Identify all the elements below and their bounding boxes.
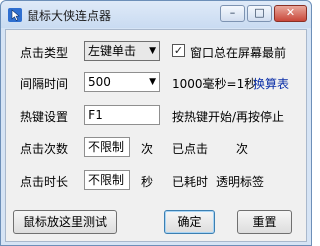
opacity-label: 透明标签 [216, 175, 265, 189]
clicked-status-label: 已点击 [172, 142, 209, 156]
minimize-icon: – [229, 6, 236, 19]
reset-button[interactable]: 重置 [237, 210, 292, 234]
chevron-down-icon: ▼ [149, 46, 156, 56]
click-type-value: 左键单击 [88, 44, 137, 58]
mouse-app-icon [8, 8, 22, 22]
close-button[interactable]: ✕ [274, 5, 307, 22]
interval-note: 1000毫秒=1秒 [172, 77, 257, 91]
maximize-icon: □ [254, 6, 265, 19]
click-count-input[interactable]: 不限制 [84, 137, 130, 157]
mouse-test-button[interactable]: 鼠标放这里测试 [13, 210, 117, 234]
interval-select[interactable]: 500 ▼ [84, 72, 160, 92]
click-type-select[interactable]: 左键单击 ▼ [84, 41, 160, 61]
click-type-label: 点击类型 [20, 46, 69, 60]
click-duration-unit: 秒 [141, 175, 154, 189]
hotkey-label: 热键设置 [20, 110, 69, 124]
ok-button[interactable]: 确定 [164, 210, 215, 234]
click-duration-label: 点击时长 [20, 175, 69, 189]
app-window: 鼠标大侠连点器 – □ ✕ 点击类型 左键单击 ▼ ✓ 窗口总在屏幕最前 间隔时… [0, 0, 312, 246]
click-count-unit: 次 [141, 142, 154, 156]
click-duration-input[interactable]: 不限制 [84, 170, 130, 190]
clicked-status-unit: 次 [236, 142, 249, 156]
hotkey-input[interactable]: F1 [84, 105, 160, 125]
interval-label: 间隔时间 [20, 77, 69, 91]
chevron-down-icon: ▼ [149, 77, 156, 87]
interval-value: 500 [88, 75, 111, 89]
window-title: 鼠标大侠连点器 [27, 9, 112, 23]
always-on-top-checkbox[interactable]: ✓ [172, 44, 185, 57]
minimize-button[interactable]: – [220, 5, 245, 22]
close-icon: ✕ [285, 6, 296, 19]
conversion-table-link[interactable]: 换算表 [253, 75, 289, 92]
hotkey-note: 按热键开始/再按停止 [172, 110, 285, 124]
elapsed-status-label: 已耗时 [172, 175, 209, 189]
click-count-label: 点击次数 [20, 142, 69, 156]
client-area: 点击类型 左键单击 ▼ ✓ 窗口总在屏幕最前 间隔时间 500 ▼ 1000毫秒… [5, 29, 307, 242]
always-on-top-label[interactable]: 窗口总在屏幕最前 [190, 44, 286, 61]
maximize-button[interactable]: □ [247, 5, 272, 22]
title-bar[interactable]: 鼠标大侠连点器 – □ ✕ [1, 1, 311, 28]
